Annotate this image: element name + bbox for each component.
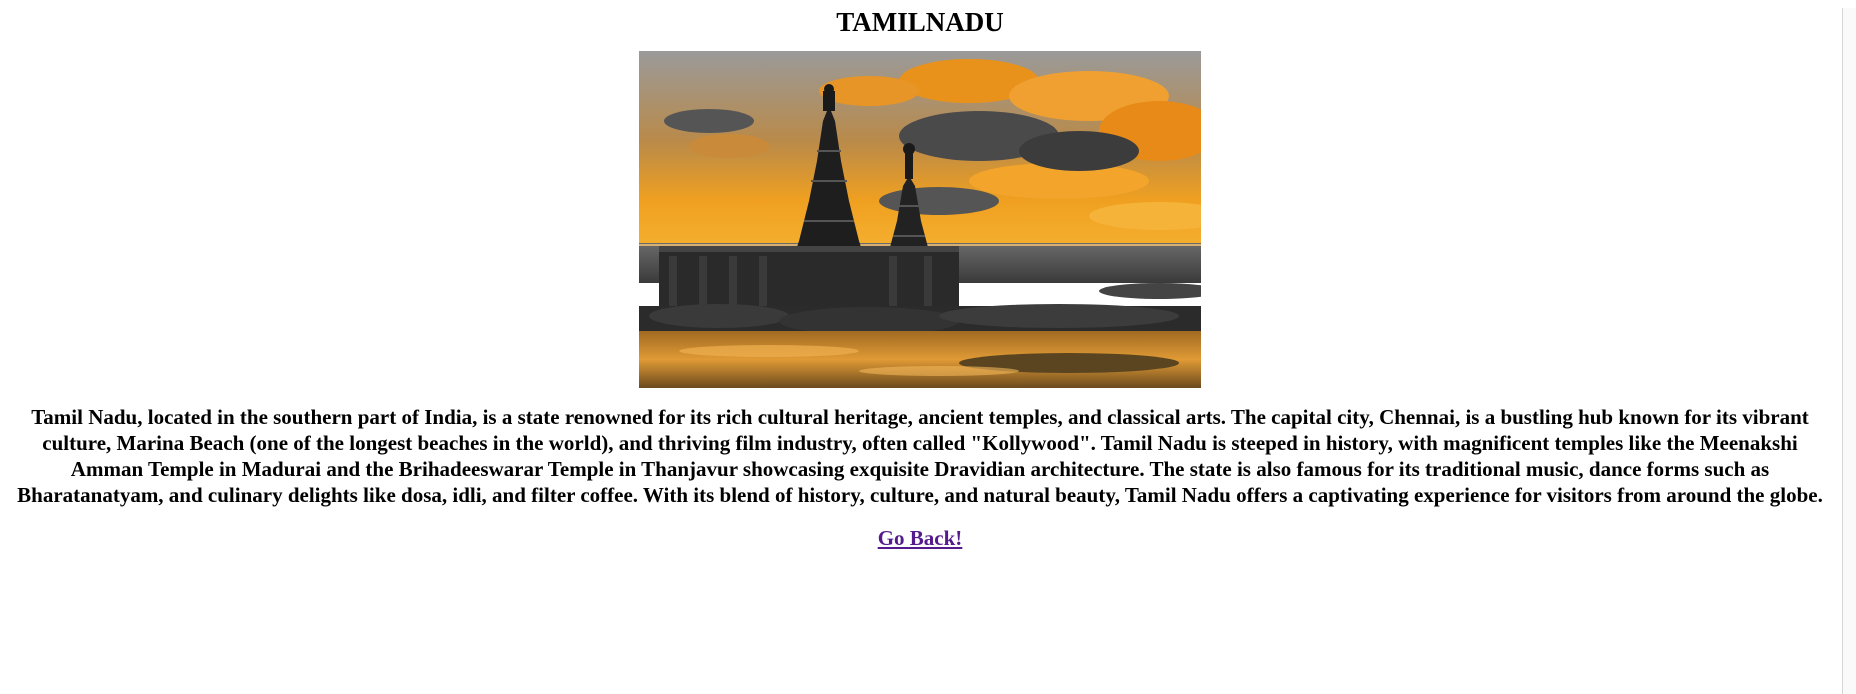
page-content: TAMILNADU Tamil Nadu, located in the sou… [0, 8, 1840, 551]
state-description: Tamil Nadu, located in the southern part… [17, 405, 1823, 507]
page-title: TAMILNADU [836, 7, 1004, 37]
temple-photo [639, 51, 1201, 388]
shore-temple-sunset-photo [639, 51, 1201, 388]
scrollbar-track[interactable] [1842, 8, 1856, 694]
back-link-container: Go Back! [0, 526, 1840, 551]
go-back-link[interactable]: Go Back! [878, 526, 963, 550]
